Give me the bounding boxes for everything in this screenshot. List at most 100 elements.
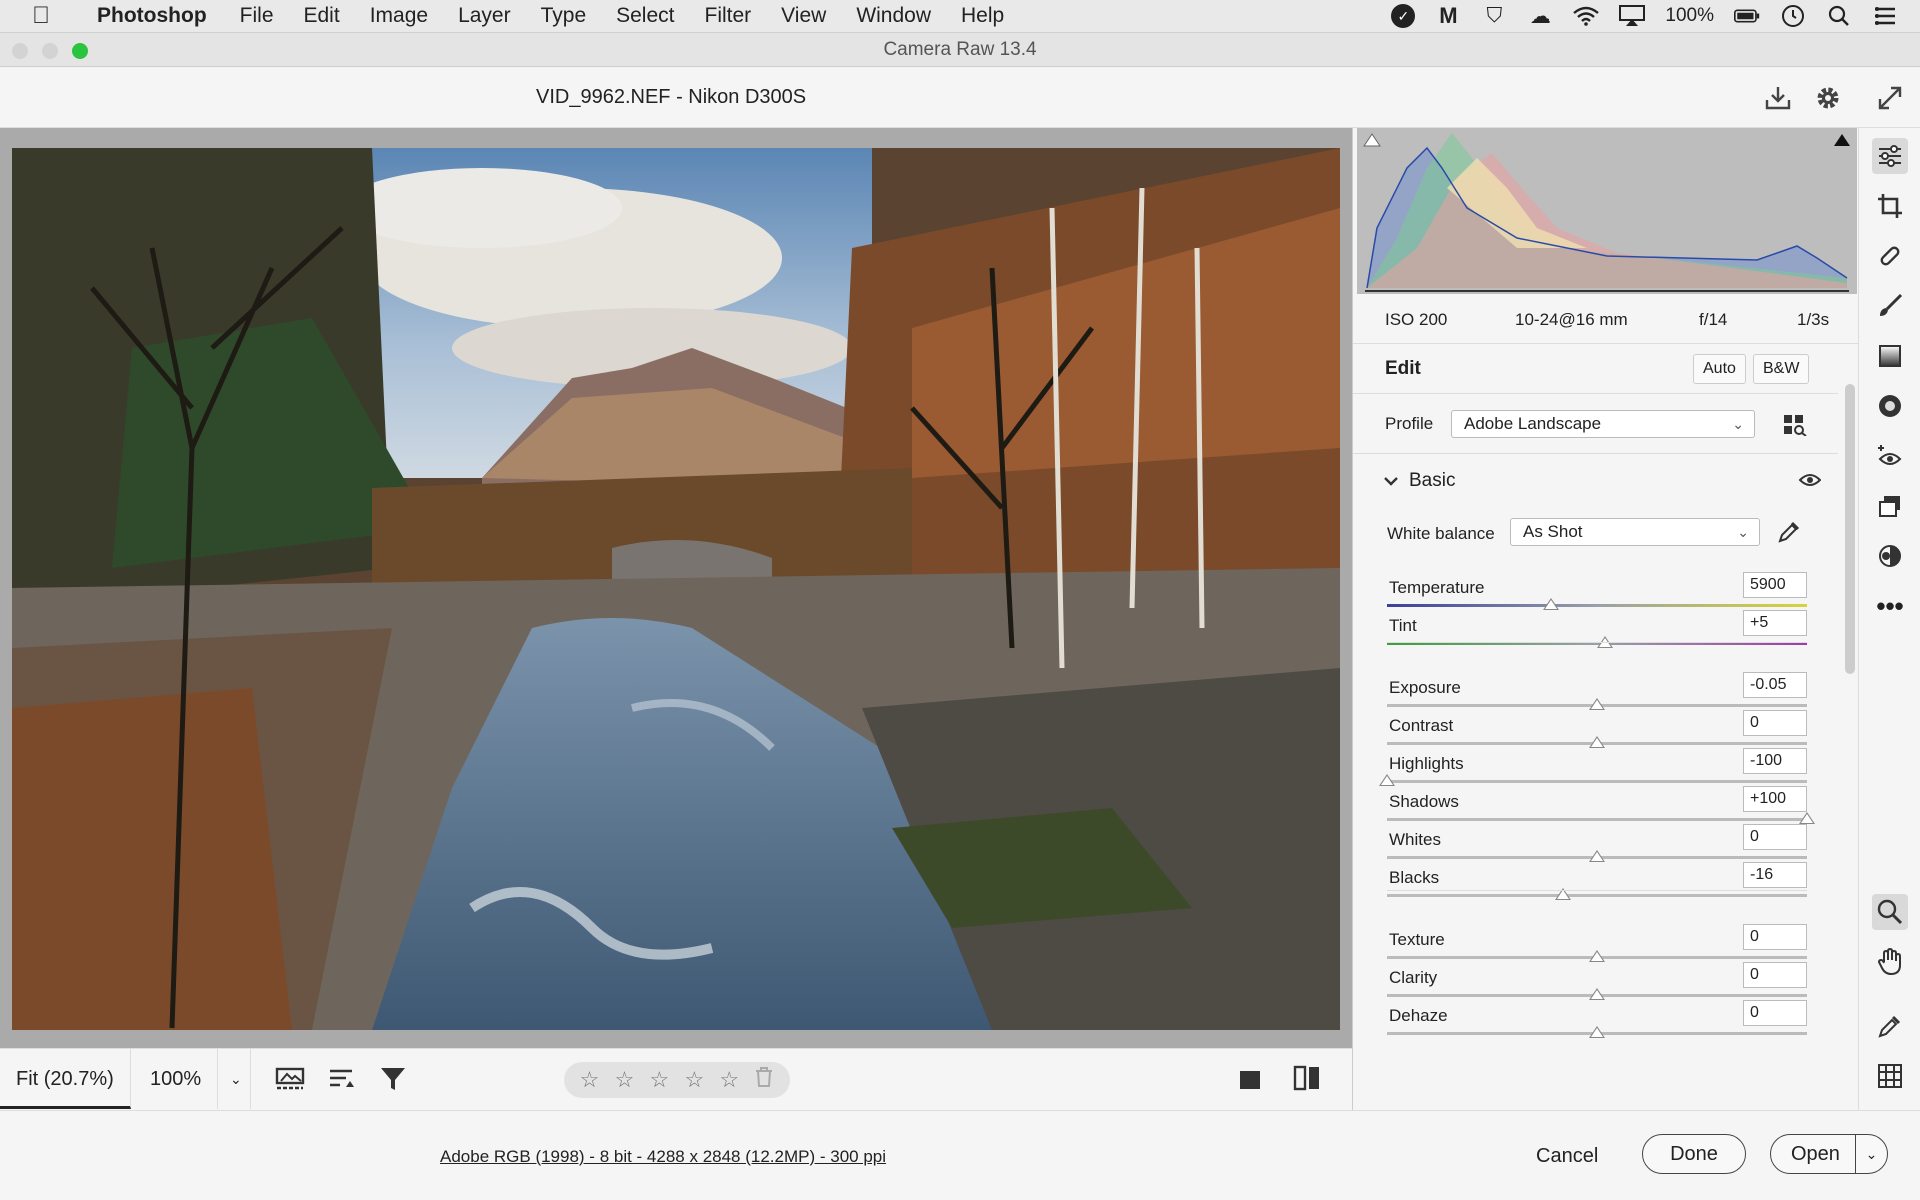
cancel-button[interactable]: Cancel: [1536, 1145, 1598, 1168]
edit-sliders-icon[interactable]: [1872, 138, 1908, 174]
close-window-button[interactable]: [12, 43, 28, 59]
done-button[interactable]: Done: [1642, 1134, 1746, 1174]
save-icon[interactable]: [1762, 82, 1794, 114]
highlight-clipping-icon[interactable]: [1833, 132, 1851, 153]
image-canvas[interactable]: [0, 128, 1352, 1048]
sort-icon[interactable]: [326, 1063, 358, 1100]
slider-value-field[interactable]: -100: [1743, 748, 1807, 774]
search-icon[interactable]: [1826, 3, 1852, 29]
filmstrip-icon[interactable]: [274, 1063, 308, 1100]
slider-track[interactable]: [1387, 894, 1807, 897]
slider-thumb[interactable]: [1589, 950, 1605, 962]
menu-image[interactable]: Image: [355, 4, 443, 28]
cloud-status-icon[interactable]: ☁: [1527, 3, 1553, 29]
menu-type[interactable]: Type: [526, 4, 602, 28]
menu-window[interactable]: Window: [841, 4, 946, 28]
slider-value-field[interactable]: 0: [1743, 710, 1807, 736]
profile-browser-icon[interactable]: [1783, 414, 1807, 441]
bw-button[interactable]: B&W: [1753, 354, 1810, 384]
apple-icon[interactable]: : [0, 2, 82, 30]
slider-value-field[interactable]: 0: [1743, 824, 1807, 850]
crop-icon[interactable]: [1872, 188, 1908, 224]
color-sampler-icon[interactable]: [1872, 1008, 1908, 1044]
star-icon[interactable]: ☆: [684, 1067, 704, 1093]
edit-scroll-area[interactable]: Edit Auto B&W Profile Adobe Landscape ⌄ …: [1353, 344, 1838, 1110]
zoom-window-button[interactable]: [72, 43, 88, 59]
star-icon[interactable]: ☆: [615, 1067, 635, 1093]
airplay-icon[interactable]: [1619, 3, 1646, 29]
menu-app-name[interactable]: Photoshop: [82, 4, 225, 28]
slider-thumb[interactable]: [1379, 774, 1395, 786]
panel-scrollbar[interactable]: [1845, 344, 1855, 884]
slider-value-field[interactable]: -16: [1743, 862, 1807, 888]
star-icon[interactable]: ☆: [650, 1067, 670, 1093]
fullscreen-icon[interactable]: [1874, 82, 1906, 114]
before-after-icon[interactable]: [1292, 1063, 1322, 1098]
chevron-down-icon[interactable]: [1383, 474, 1399, 492]
battery-icon[interactable]: [1734, 3, 1760, 29]
slider-value-field[interactable]: -0.05: [1743, 672, 1807, 698]
menu-layer[interactable]: Layer: [443, 4, 526, 28]
gear-icon[interactable]: [1812, 82, 1844, 114]
slider-thumb[interactable]: [1589, 988, 1605, 1000]
menu-file[interactable]: File: [225, 4, 289, 28]
more-icon[interactable]: •••: [1872, 588, 1908, 624]
checkmark-status-icon[interactable]: ✓: [1391, 4, 1416, 28]
linear-gradient-icon[interactable]: [1872, 338, 1908, 374]
grid-overlay-icon[interactable]: [1872, 1058, 1908, 1094]
slider-value-field[interactable]: 0: [1743, 962, 1807, 988]
slider-thumb[interactable]: [1589, 736, 1605, 748]
slider-thumb[interactable]: [1589, 698, 1605, 710]
zoom-100-button[interactable]: 100%: [134, 1049, 219, 1109]
shield-status-icon[interactable]: ⛉: [1481, 3, 1507, 29]
eye-icon[interactable]: [1798, 472, 1822, 493]
basic-title[interactable]: Basic: [1409, 470, 1455, 492]
chevron-down-icon[interactable]: ⌄: [1855, 1135, 1887, 1173]
trash-icon[interactable]: [754, 1066, 774, 1094]
slider-value-field[interactable]: +5: [1743, 610, 1807, 636]
white-balance-dropdown[interactable]: As Shot ⌄: [1510, 518, 1760, 546]
slider-track[interactable]: [1387, 818, 1807, 821]
slider-value-field[interactable]: 0: [1743, 1000, 1807, 1026]
snapshots-icon[interactable]: [1872, 488, 1908, 524]
auto-button[interactable]: Auto: [1693, 354, 1746, 384]
control-center-icon[interactable]: [1872, 3, 1898, 29]
hand-tool-icon[interactable]: [1872, 944, 1908, 980]
slider-thumb[interactable]: [1542, 598, 1559, 610]
zoom-dropdown[interactable]: ⌄: [222, 1049, 251, 1109]
eyedropper-icon[interactable]: [1777, 520, 1801, 549]
slider-track[interactable]: [1387, 604, 1807, 607]
menu-help[interactable]: Help: [946, 4, 1019, 28]
slider-track[interactable]: [1387, 780, 1807, 783]
slider-thumb[interactable]: [1589, 1026, 1605, 1038]
filter-icon[interactable]: [378, 1063, 408, 1100]
zoom-tool-icon[interactable]: [1872, 894, 1908, 930]
menu-view[interactable]: View: [766, 4, 841, 28]
menu-filter[interactable]: Filter: [690, 4, 767, 28]
clock-icon[interactable]: [1780, 3, 1806, 29]
minimize-window-button[interactable]: [42, 43, 58, 59]
mail-status-icon[interactable]: M: [1435, 3, 1461, 29]
slider-value-field[interactable]: +100: [1743, 786, 1807, 812]
slider-thumb[interactable]: [1799, 812, 1815, 824]
radial-gradient-icon[interactable]: [1872, 388, 1908, 424]
slider-thumb[interactable]: [1589, 850, 1605, 862]
red-eye-icon[interactable]: [1872, 438, 1908, 474]
single-view-icon[interactable]: [1236, 1065, 1264, 1098]
open-button[interactable]: Open ⌄: [1770, 1134, 1888, 1174]
star-icon[interactable]: ☆: [719, 1067, 739, 1093]
slider-value-field[interactable]: 0: [1743, 924, 1807, 950]
profile-dropdown[interactable]: Adobe Landscape ⌄: [1451, 410, 1755, 438]
presets-icon[interactable]: [1872, 538, 1908, 574]
menu-select[interactable]: Select: [601, 4, 689, 28]
menu-edit[interactable]: Edit: [289, 4, 355, 28]
slider-value-field[interactable]: 5900: [1743, 572, 1807, 598]
fit-zoom-button[interactable]: Fit (20.7%): [0, 1049, 131, 1109]
healing-brush-icon[interactable]: [1872, 238, 1908, 274]
brush-icon[interactable]: [1872, 288, 1908, 324]
star-icon[interactable]: ☆: [580, 1067, 600, 1093]
photo-preview[interactable]: [12, 148, 1340, 1030]
shadow-clipping-icon[interactable]: [1363, 132, 1381, 153]
workflow-options-link[interactable]: Adobe RGB (1998) - 8 bit - 4288 x 2848 (…: [440, 1147, 886, 1167]
wifi-icon[interactable]: [1573, 3, 1600, 29]
